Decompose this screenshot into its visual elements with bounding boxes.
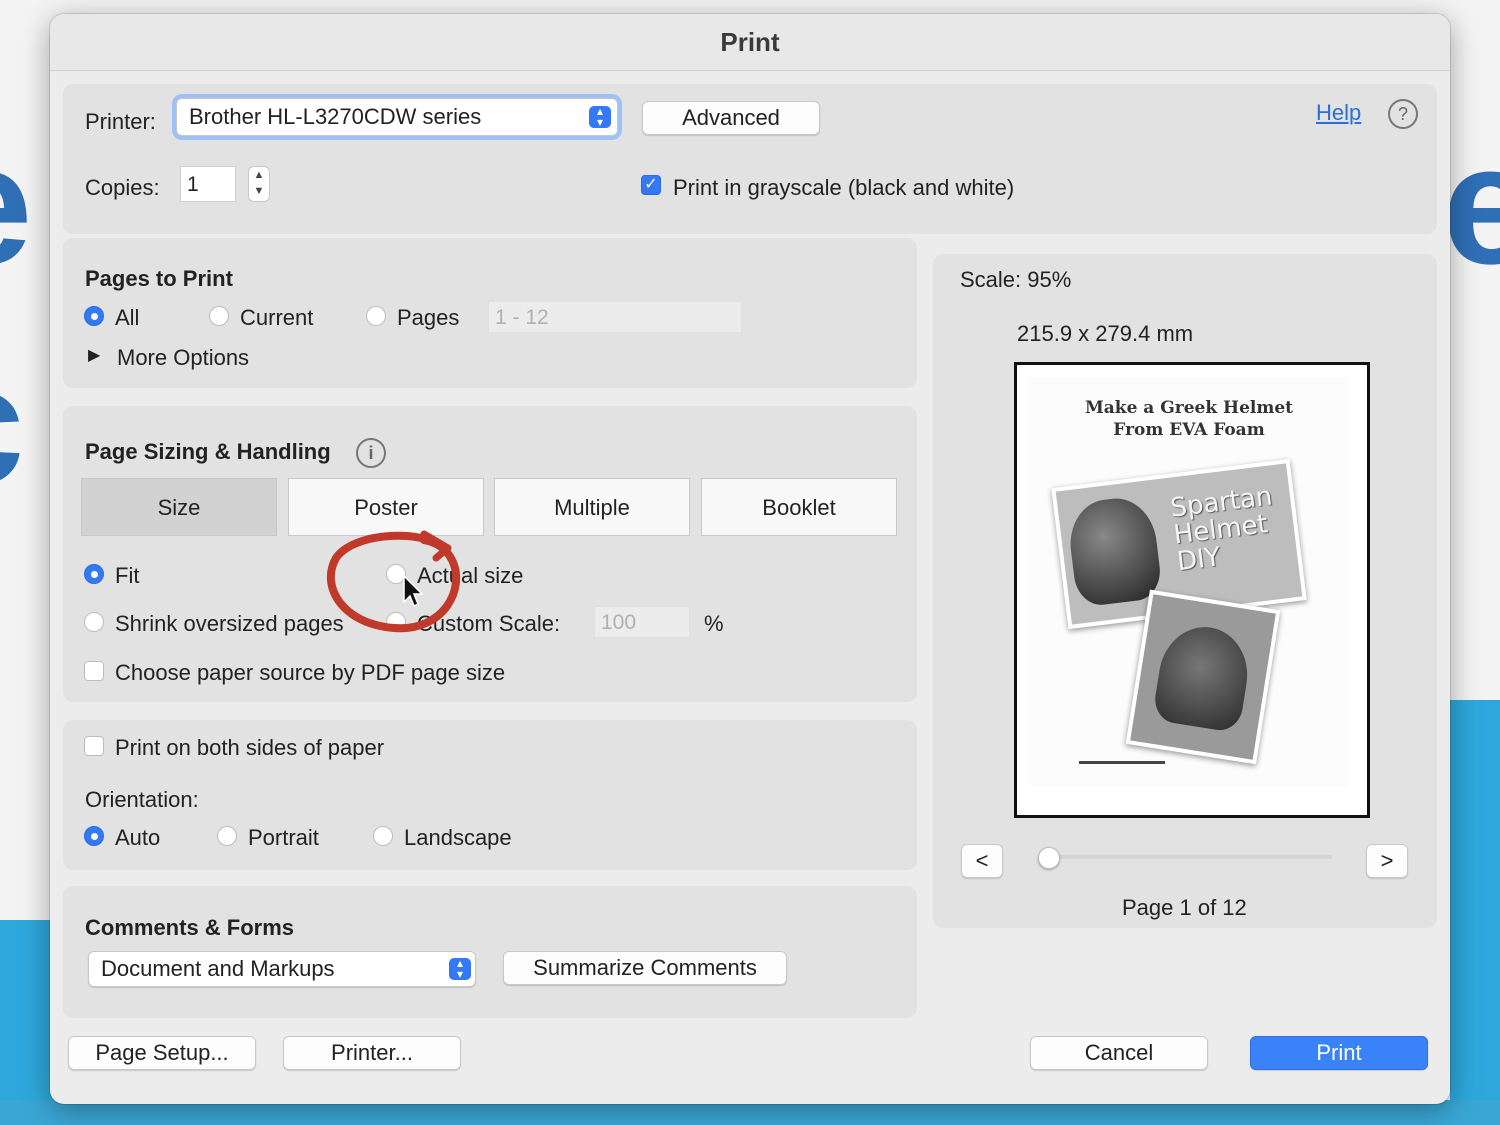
photo-caption: Spartan Helmet DIY xyxy=(1169,481,1280,577)
copies-label: Copies: xyxy=(85,175,160,200)
advanced-button[interactable]: Advanced xyxy=(642,101,820,135)
preview-doc-title-line1: Make a Greek Helmet xyxy=(1084,398,1294,418)
radio-portrait-label: Portrait xyxy=(248,825,319,850)
radio-portrait[interactable] xyxy=(217,826,237,846)
page-sizing-heading: Page Sizing & Handling xyxy=(85,439,331,464)
radio-current-label: Current xyxy=(240,305,314,330)
helmet-image xyxy=(1151,620,1255,734)
info-icon[interactable]: i xyxy=(356,438,386,468)
grayscale-checkbox[interactable]: ✓ xyxy=(641,175,661,195)
mouse-cursor-icon xyxy=(403,574,424,608)
paper-source-checkbox[interactable] xyxy=(84,661,104,681)
page-slider-knob[interactable] xyxy=(1038,847,1060,869)
tab-booklet[interactable]: Booklet xyxy=(701,478,897,536)
print-dialog: Print Printer: Brother HL-L3270CDW serie… xyxy=(50,14,1450,1104)
duplex-label: Print on both sides of paper xyxy=(115,735,385,760)
grayscale-label: Print in grayscale (black and white) xyxy=(673,175,1015,200)
orientation-label: Orientation: xyxy=(85,787,199,812)
background-blue-shape xyxy=(1450,700,1500,1120)
radio-landscape-label: Landscape xyxy=(404,825,512,850)
helmet-image xyxy=(1065,494,1164,608)
cancel-button[interactable]: Cancel xyxy=(1030,1036,1208,1070)
disclosure-triangle-icon[interactable]: ▶ xyxy=(88,345,100,365)
background-letter: e xyxy=(0,120,33,290)
duplex-checkbox[interactable] xyxy=(84,736,104,756)
radio-shrink[interactable] xyxy=(84,612,104,632)
radio-pages[interactable] xyxy=(366,306,386,326)
radio-pages-label: Pages xyxy=(397,305,460,330)
comments-select[interactable]: Document and Markups ▴ ▾ xyxy=(88,951,476,987)
page-range-field[interactable]: 1 - 12 xyxy=(488,301,742,333)
radio-shrink-label: Shrink oversized pages xyxy=(115,611,344,636)
comments-heading: Comments & Forms xyxy=(85,915,295,940)
select-arrows-icon: ▴ ▾ xyxy=(449,957,471,980)
help-icon[interactable]: ? xyxy=(1388,99,1418,129)
radio-auto-label: Auto xyxy=(115,825,161,850)
page-indicator: Page 1 of 12 xyxy=(1122,895,1247,920)
radio-auto[interactable] xyxy=(84,826,104,846)
preview-footer-line xyxy=(1079,761,1165,764)
custom-scale-field[interactable]: 100 xyxy=(594,606,690,638)
radio-all-label: All xyxy=(115,305,140,330)
page-setup-button[interactable]: Page Setup... xyxy=(68,1036,256,1070)
help-link[interactable]: Help xyxy=(1316,100,1361,126)
radio-fit[interactable] xyxy=(84,564,104,584)
preview-doc-title-line2: From EVA Foam xyxy=(1113,420,1265,440)
annotation-circle xyxy=(327,530,461,633)
preview-doc-title: Make a Greek Helmet From EVA Foam xyxy=(1029,397,1349,441)
dialog-title: Print xyxy=(50,14,1450,71)
printer-button[interactable]: Printer... xyxy=(283,1036,461,1070)
scale-text: Scale: 95% xyxy=(960,267,1072,292)
page-preview: Make a Greek Helmet From EVA Foam Sparta… xyxy=(1014,362,1370,818)
background-letter: c xyxy=(0,340,25,510)
comments-select-value: Document and Markups xyxy=(101,956,335,981)
pages-to-print-heading: Pages to Print xyxy=(85,266,233,291)
more-options-label[interactable]: More Options xyxy=(117,345,249,371)
next-page-button[interactable]: > xyxy=(1366,844,1408,878)
radio-current[interactable] xyxy=(209,306,229,326)
paper-source-label: Choose paper source by PDF page size xyxy=(115,660,506,685)
printer-select-value: Brother HL-L3270CDW series xyxy=(189,104,482,129)
background-letter: e xyxy=(1442,110,1500,300)
prev-page-button[interactable]: < xyxy=(961,844,1003,878)
print-button[interactable]: Print xyxy=(1250,1036,1428,1070)
copies-field[interactable]: 1 xyxy=(180,166,236,202)
radio-fit-label: Fit xyxy=(115,563,140,588)
tab-multiple[interactable]: Multiple xyxy=(494,478,690,536)
copies-stepper[interactable]: ▲ ▼ xyxy=(248,166,270,202)
select-arrows-icon: ▴ ▾ xyxy=(589,105,611,128)
summarize-comments-button[interactable]: Summarize Comments xyxy=(503,951,787,985)
paper-dimensions: 215.9 x 279.4 mm xyxy=(1017,321,1194,346)
page-slider-track[interactable] xyxy=(1048,855,1332,859)
radio-all[interactable] xyxy=(84,306,104,326)
preview-page: Make a Greek Helmet From EVA Foam Sparta… xyxy=(1029,377,1349,787)
preview-photo-2 xyxy=(1125,589,1281,765)
percent-label: % xyxy=(704,611,724,636)
tab-size[interactable]: Size xyxy=(81,478,277,536)
printer-select[interactable]: Brother HL-L3270CDW series ▴ ▾ xyxy=(176,98,618,136)
printer-label: Printer: xyxy=(85,109,156,134)
radio-landscape[interactable] xyxy=(373,826,393,846)
